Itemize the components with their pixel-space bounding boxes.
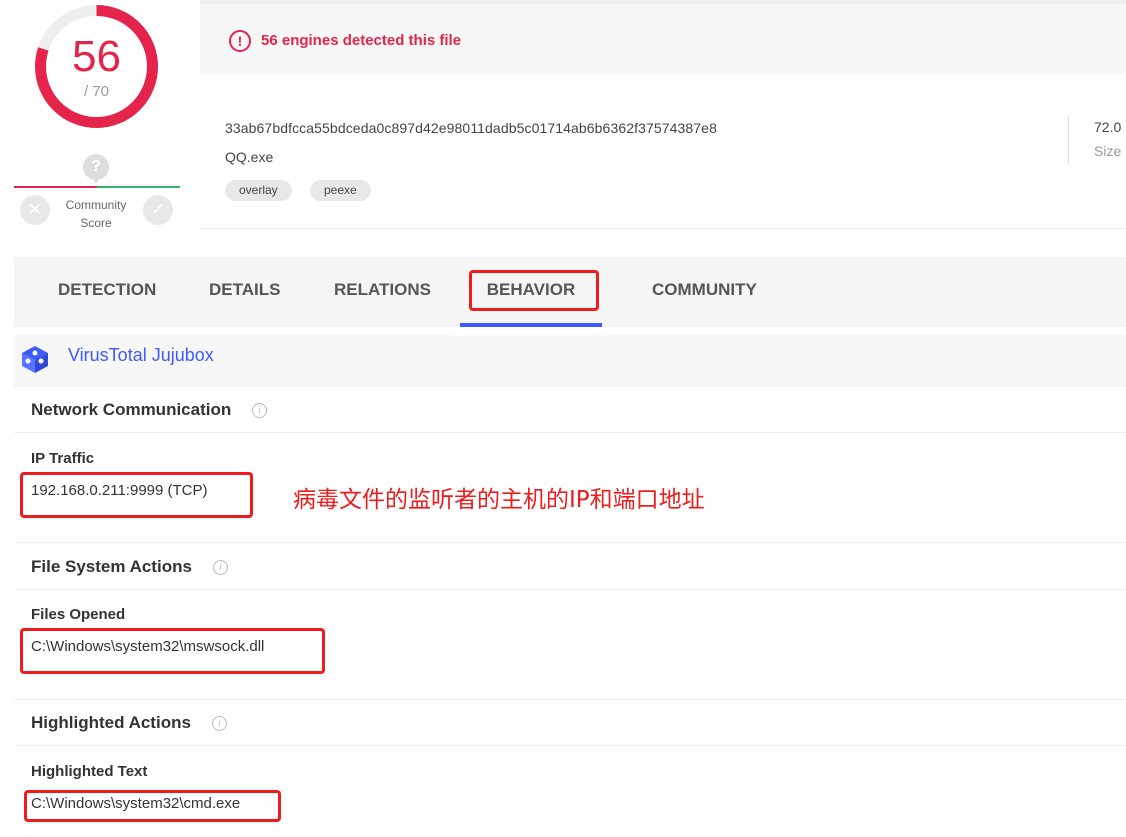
section-network-communication: Network Communication i	[14, 387, 1126, 433]
section-title: Network Communication	[31, 400, 232, 419]
annotation-text: 病毒文件的监听者的主机的IP和端口地址	[293, 487, 705, 513]
community-label-line1: Community	[65, 198, 127, 212]
tag-peexe[interactable]: peexe	[310, 180, 371, 201]
highlighted-text-title: Highlighted Text	[31, 763, 148, 780]
community-bar-positive	[97, 186, 180, 188]
sandbox-name[interactable]: VirusTotal Jujubox	[68, 345, 214, 366]
detection-count: 56	[72, 32, 121, 81]
file-info-panel: 33ab67bdfcca55bdceda0c897d42e98011dadb5c…	[200, 74, 1126, 229]
info-icon[interactable]: i	[213, 560, 228, 575]
community-bar-negative	[14, 186, 97, 188]
file-size-label: Size	[1094, 143, 1122, 159]
community-question-icon: ?	[83, 154, 109, 184]
vote-harmless-icon[interactable]: ✓	[143, 195, 173, 225]
file-size-value: 72.0	[1094, 119, 1122, 135]
tab-details[interactable]: DETAILS	[209, 257, 280, 323]
file-name: QQ.exe	[225, 149, 274, 165]
tab-community[interactable]: COMMUNITY	[652, 257, 757, 323]
alert-icon: !	[229, 30, 251, 52]
community-label-line2: Score	[80, 216, 112, 230]
section-highlighted-actions: Highlighted Actions i	[14, 700, 1126, 746]
size-divider	[1068, 116, 1069, 164]
engine-total: / 70	[83, 83, 110, 100]
ip-traffic-title: IP Traffic	[31, 450, 95, 467]
detection-score-gauge: 56 / 70	[33, 3, 160, 130]
highlight-box-file	[20, 628, 325, 674]
file-hash[interactable]: 33ab67bdfcca55bdceda0c897d42e98011dadb5c…	[225, 120, 717, 136]
info-icon[interactable]: i	[212, 716, 227, 731]
highlight-box-behavior-tab	[469, 270, 599, 311]
section-title: Highlighted Actions	[31, 713, 191, 732]
sandbox-selector[interactable]: VirusTotal Jujubox	[14, 335, 1126, 386]
section-file-system-actions: File System Actions i	[14, 544, 1126, 590]
tab-detection[interactable]: DETECTION	[58, 257, 156, 323]
alert-text: 56 engines detected this file	[261, 32, 462, 49]
community-score-label: Community Score	[55, 196, 137, 232]
highlight-box-cmd	[24, 790, 281, 822]
tab-relations[interactable]: RELATIONS	[334, 257, 431, 323]
detection-alert: ! 56 engines detected this file	[200, 4, 1126, 74]
section-title: File System Actions	[31, 557, 192, 576]
tag-overlay[interactable]: overlay	[225, 180, 292, 201]
active-tab-indicator	[460, 323, 602, 327]
highlight-box-ip	[20, 472, 253, 518]
files-opened-title: Files Opened	[31, 606, 126, 623]
vote-malicious-icon[interactable]: ✕	[20, 195, 50, 225]
info-icon[interactable]: i	[252, 403, 267, 418]
sandbox-box-icon	[22, 346, 48, 373]
